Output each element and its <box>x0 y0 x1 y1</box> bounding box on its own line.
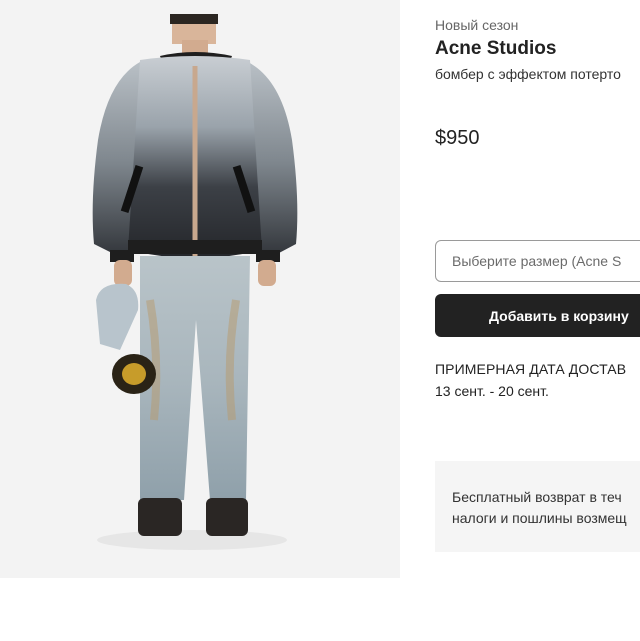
add-to-cart-label: Добавить в корзину <box>489 307 629 324</box>
size-select-placeholder: Выберите размер (Acne S <box>452 253 622 269</box>
returns-text-line: налоги и пошлины возмещ <box>452 510 627 526</box>
season-label: Новый сезон <box>435 17 519 33</box>
returns-text-line: Бесплатный возврат в теч <box>452 489 622 505</box>
delivery-estimate-title: ПРИМЕРНАЯ ДАТА ДОСТАВ <box>435 361 627 377</box>
product-photo[interactable] <box>0 0 400 578</box>
product-description: бомбер с эффектом потерто <box>435 66 621 82</box>
product-info-panel: Новый сезон Acne Studios бомбер с эффект… <box>435 0 640 641</box>
brand-name[interactable]: Acne Studios <box>435 38 556 60</box>
delivery-estimate-dates: 13 сент. - 20 сент. <box>435 383 549 399</box>
product-price: $950 <box>435 127 480 149</box>
size-select[interactable]: Выберите размер (Acne S <box>435 240 640 282</box>
add-to-cart-button[interactable]: Добавить в корзину <box>435 294 640 337</box>
returns-info-box: Бесплатный возврат в теч налоги и пошлин… <box>435 461 640 552</box>
model-illustration <box>92 14 298 550</box>
